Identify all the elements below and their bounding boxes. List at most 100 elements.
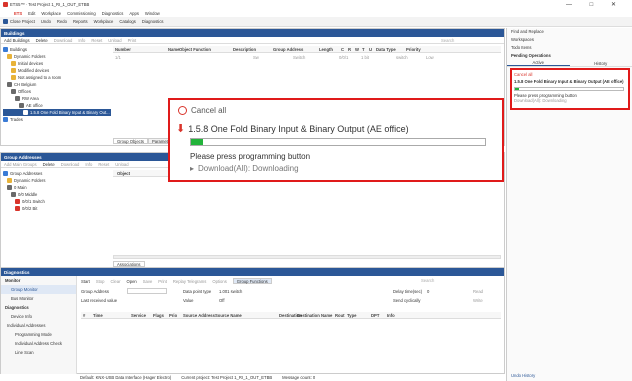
col-info[interactable]: Info <box>387 313 395 318</box>
sidebar-monitor[interactable]: Monitor <box>1 276 76 285</box>
reset-ga-button[interactable]: Reset <box>98 162 109 167</box>
find-replace-item[interactable]: Find and Replace <box>507 28 632 36</box>
col-r[interactable]: R <box>348 47 355 52</box>
col-dpt[interactable]: DPT <box>371 313 387 318</box>
menu-window[interactable]: Window <box>145 11 160 16</box>
undo-button[interactable]: Undo <box>41 19 51 24</box>
catalogs-button[interactable]: Catalogs <box>119 19 136 24</box>
sidebar-diagnostics[interactable]: Diagnostics <box>1 303 76 312</box>
table-row[interactable]: 1/1 Sw Switch 0/0/1 1 bit switch Low <box>113 54 501 60</box>
options-button[interactable]: Options <box>212 279 226 284</box>
write-button[interactable]: Write <box>473 298 483 303</box>
col-index[interactable]: # <box>81 313 93 318</box>
tree-offices[interactable]: Offices <box>3 88 111 95</box>
download-ga-button[interactable]: Download <box>61 162 80 167</box>
menu-diagnostics[interactable]: Diagnostics <box>102 11 124 16</box>
tab-active[interactable]: Active <box>507 60 570 66</box>
diag-search-input[interactable]: Search <box>421 278 434 283</box>
tab-history[interactable]: History <box>570 61 632 66</box>
menu-apps[interactable]: Apps <box>129 11 139 16</box>
col-number[interactable]: Number <box>113 47 168 52</box>
tree-ch-belgium[interactable]: CH Belgium <box>3 81 111 88</box>
tree-group-addresses[interactable]: Group Addresses <box>3 170 111 177</box>
expand-icon[interactable]: ▸ <box>190 164 194 173</box>
sidebar-programming-mode[interactable]: Programming Mode <box>1 330 76 339</box>
stop-button[interactable]: Stop <box>96 279 105 284</box>
unload-ga-button[interactable]: Unload <box>115 162 128 167</box>
info-ga-button[interactable]: Info <box>85 162 92 167</box>
col-source-address[interactable]: Source Address <box>183 313 215 318</box>
col-priority[interactable]: Priority <box>406 47 421 52</box>
col-length[interactable]: Length <box>319 47 341 52</box>
col-type[interactable]: Type <box>347 313 371 318</box>
sidebar-line-scan[interactable]: Line Scan <box>1 348 76 357</box>
reset-button[interactable]: Reset <box>91 38 102 43</box>
tree-ga-bit[interactable]: 0/0/2 Bit <box>3 205 111 212</box>
undo-history-link[interactable]: Undo History <box>511 373 535 378</box>
buildings-search-input[interactable]: Search <box>441 38 454 43</box>
info-button[interactable]: Info <box>78 38 85 43</box>
clear-button[interactable]: Clear <box>110 279 120 284</box>
tree-rw-area[interactable]: RW Area <box>3 95 111 102</box>
tree-not-assigned[interactable]: Not assigned to a room <box>3 74 111 81</box>
col-name[interactable]: Name <box>168 47 179 52</box>
download-button[interactable]: Download <box>54 38 73 43</box>
datapoint-type-select[interactable]: 1.001 switch <box>219 289 242 294</box>
menu-commissioning[interactable]: Commissioning <box>67 11 96 16</box>
menu-workplace[interactable]: Workplace <box>41 11 61 16</box>
group-address-input[interactable] <box>127 288 167 294</box>
tree-ae-office[interactable]: AE office <box>3 102 111 109</box>
print-diag-button[interactable]: Print <box>158 279 167 284</box>
print-button[interactable]: Print <box>128 38 137 43</box>
cancel-all-small[interactable]: Cancel all <box>514 72 626 77</box>
sidebar-device-info[interactable]: Device Info <box>1 312 76 321</box>
diagnostics-button[interactable]: Diagnostics <box>142 19 164 24</box>
col-object-function[interactable]: Object Function <box>179 47 233 52</box>
delay-input[interactable]: 0 <box>427 289 429 294</box>
col-c[interactable]: C <box>341 47 348 52</box>
delete-ga-button[interactable]: Delete <box>43 162 55 167</box>
interface-status[interactable]: Default: KNX-USB Data Interface (Hager E… <box>80 375 171 380</box>
col-description[interactable]: Description <box>233 47 273 52</box>
replay-telegrams-button[interactable]: Replay Telegrams <box>173 279 206 284</box>
pending-operations-item[interactable]: Pending Operations <box>507 52 632 60</box>
tree-main-group[interactable]: 0 Main <box>3 184 111 191</box>
workplace-button[interactable]: Workplace <box>94 19 114 24</box>
tree-dynamic-folders[interactable]: Dynamic Folders <box>3 53 111 60</box>
value-select[interactable]: Off <box>219 298 225 303</box>
col-group-address[interactable]: Group Address <box>273 47 319 52</box>
sidebar-bus-monitor[interactable]: Bus Monitor <box>1 294 76 303</box>
tab-group-objects[interactable]: Group Objects <box>113 137 148 144</box>
save-button[interactable]: Save <box>143 279 153 284</box>
ga-horizontal-scrollbar[interactable] <box>113 255 501 259</box>
menu-ets[interactable]: ETS <box>14 11 22 16</box>
sidebar-individual-addresses[interactable]: Individual Addresses <box>1 321 76 330</box>
col-t[interactable]: T <box>362 47 369 52</box>
redo-button[interactable]: Redo <box>57 19 67 24</box>
todo-items-item[interactable]: Todo Items <box>507 44 632 52</box>
tree-initial-devices[interactable]: Initial devices <box>3 60 111 67</box>
add-buildings-button[interactable]: Add Buildings <box>4 38 30 43</box>
start-button[interactable]: Start <box>81 279 90 284</box>
add-main-groups-button[interactable]: Add Main Groups <box>4 162 37 167</box>
tree-ga-dynamic-folders[interactable]: Dynamic Folders <box>3 177 111 184</box>
col-service[interactable]: Service <box>131 313 153 318</box>
col-prio[interactable]: Prio <box>169 313 183 318</box>
tree-device-selected[interactable]: 1.5.8 One Fold Binary Input & Binary Out… <box>3 109 111 116</box>
tree-middle-group[interactable]: 0/0 Middle <box>3 191 111 198</box>
read-button[interactable]: Read <box>473 289 483 294</box>
col-w[interactable]: W <box>355 47 362 52</box>
col-flags[interactable]: Flags <box>153 313 169 318</box>
tree-ga-switch[interactable]: 0/0/1 Switch <box>3 198 111 205</box>
window-controls[interactable]: — □ ✕ <box>566 1 624 8</box>
col-source-name[interactable]: Source Name <box>215 313 279 318</box>
cancel-all-large[interactable]: Cancel all <box>178 106 226 115</box>
col-u[interactable]: U <box>369 47 376 52</box>
workspaces-item[interactable]: Workspaces <box>507 36 632 44</box>
group-functions-button[interactable]: Group Functions <box>232 278 272 284</box>
open-button[interactable]: Open <box>126 279 136 284</box>
tree-trades[interactable]: Trades <box>3 116 111 123</box>
col-rout[interactable]: Rout <box>335 313 347 318</box>
tree-modified-devices[interactable]: Modified devices <box>3 67 111 74</box>
col-destination[interactable]: Destination <box>279 313 302 318</box>
